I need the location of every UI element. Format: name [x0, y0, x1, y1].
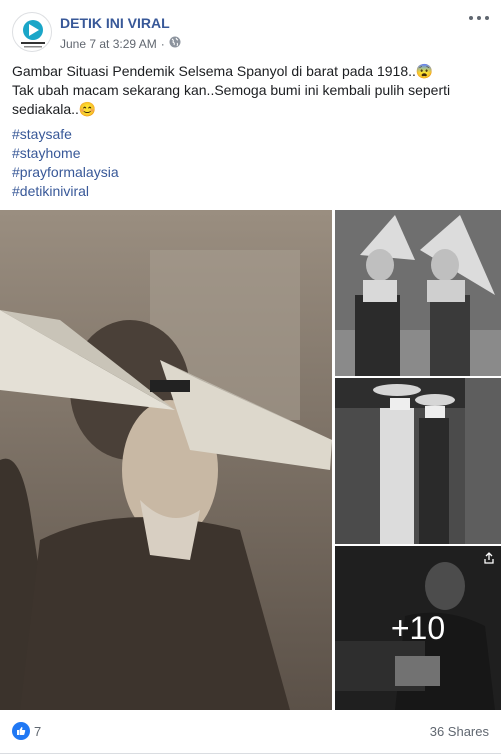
share-icon[interactable] — [483, 552, 495, 564]
photo-thumbnail[interactable] — [335, 378, 501, 544]
photo-thumbnail-more[interactable]: +10 — [335, 546, 501, 710]
post-text: Gambar Situasi Pendemik Selsema Spanyol … — [12, 62, 488, 119]
globe-icon[interactable] — [169, 36, 181, 51]
post-header: DETIK INI VIRAL June 7 at 3:29 AM · — [0, 0, 501, 58]
photo-grid: +10 — [0, 210, 501, 710]
dot-icon — [477, 16, 481, 20]
dot-icon — [469, 16, 473, 20]
share-count[interactable]: 36 Shares — [430, 724, 489, 739]
reaction-count[interactable]: 7 — [34, 724, 41, 739]
photo-thumbnail[interactable] — [335, 210, 501, 376]
hashtag-link[interactable]: #stayhome — [12, 144, 119, 163]
meta-separator: · — [160, 36, 165, 51]
post-timestamp[interactable]: June 7 at 3:29 AM — [60, 37, 157, 51]
hashtag-link[interactable]: #staysafe — [12, 125, 119, 144]
more-photos-overlay[interactable]: +10 — [335, 546, 501, 710]
post-footer: 7 36 Shares — [0, 712, 501, 754]
hashtag-link[interactable]: #detikiniviral — [12, 182, 119, 201]
post-text-line: Tak ubah macam sekarang kan..Semoga bumi… — [12, 82, 451, 117]
post-text-line: Gambar Situasi Pendemik Selsema Spanyol … — [12, 63, 434, 79]
post-meta: June 7 at 3:29 AM · — [60, 36, 181, 51]
photo-main[interactable] — [0, 210, 332, 710]
page-name-link[interactable]: DETIK INI VIRAL — [60, 15, 170, 31]
page-avatar[interactable] — [12, 12, 52, 52]
hashtag-list: #staysafe #stayhome #prayformalaysia #de… — [12, 125, 119, 201]
hashtag-link[interactable]: #prayformalaysia — [12, 163, 119, 182]
more-options-button[interactable] — [469, 10, 489, 26]
dot-icon — [485, 16, 489, 20]
like-thumbs-up-icon[interactable] — [12, 722, 30, 740]
